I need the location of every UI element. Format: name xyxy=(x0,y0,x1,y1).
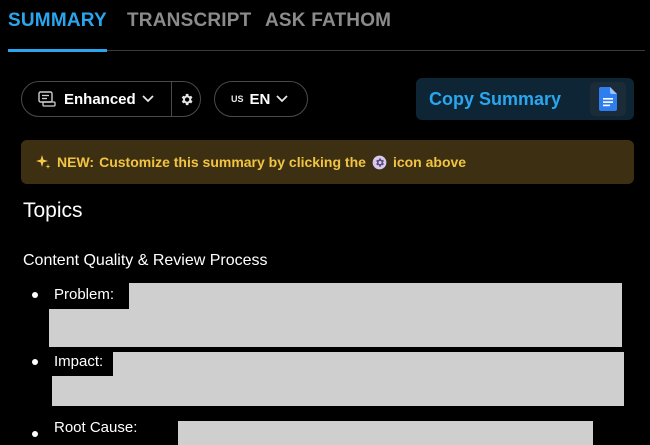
copy-summary-label: Copy Summary xyxy=(429,89,562,109)
customize-settings-button[interactable] xyxy=(172,82,200,116)
bullet-label-root-cause: Root Cause: xyxy=(54,419,138,436)
customize-notice-banner: NEW: Customize this summary by clicking … xyxy=(21,140,634,184)
redacted-block xyxy=(129,283,622,347)
section-title: Content Quality & Review Process xyxy=(23,252,268,269)
active-tab-indicator xyxy=(8,49,107,52)
tab-bar: SUMMARY TRANSCRIPT ASK FATHOM xyxy=(0,0,650,52)
list-bullet xyxy=(32,431,38,437)
redacted-block xyxy=(178,421,593,445)
banner-text: Customize this summary by clicking the xyxy=(99,154,366,170)
summary-mode-label: Enhanced xyxy=(64,90,136,108)
language-label: EN xyxy=(249,90,271,108)
tab-divider xyxy=(107,50,645,51)
topics-heading: Topics xyxy=(23,199,83,222)
redacted-block xyxy=(52,376,624,406)
copy-summary-button[interactable]: Copy Summary xyxy=(416,78,634,120)
sparkles-icon xyxy=(35,154,51,170)
list-bullet xyxy=(32,359,38,365)
tab-summary[interactable]: SUMMARY xyxy=(8,10,107,32)
summary-mode-group: Enhanced xyxy=(21,81,201,117)
template-icon xyxy=(38,91,56,107)
new-badge: NEW: xyxy=(57,154,95,170)
bullet-label-impact: Impact: xyxy=(54,353,104,370)
gear-icon xyxy=(372,155,387,170)
us-flag-icon: US xyxy=(231,94,244,104)
summary-toolbar: Enhanced US EN Copy Summary xyxy=(0,78,650,122)
redacted-block xyxy=(113,352,624,376)
google-docs-icon xyxy=(590,82,626,116)
chevron-down-icon xyxy=(276,90,288,108)
list-bullet xyxy=(32,292,38,298)
tab-transcript[interactable]: TRANSCRIPT xyxy=(127,10,251,32)
tab-ask-fathom[interactable]: ASK FATHOM xyxy=(265,10,391,32)
bullet-label-problem: Problem: xyxy=(54,286,115,303)
redacted-block xyxy=(49,309,131,347)
language-dropdown[interactable]: US EN xyxy=(214,81,308,117)
summary-mode-dropdown[interactable]: Enhanced xyxy=(22,82,171,116)
banner-text-end: icon above xyxy=(392,154,467,170)
chevron-down-icon xyxy=(142,90,154,108)
gear-icon xyxy=(179,92,194,107)
